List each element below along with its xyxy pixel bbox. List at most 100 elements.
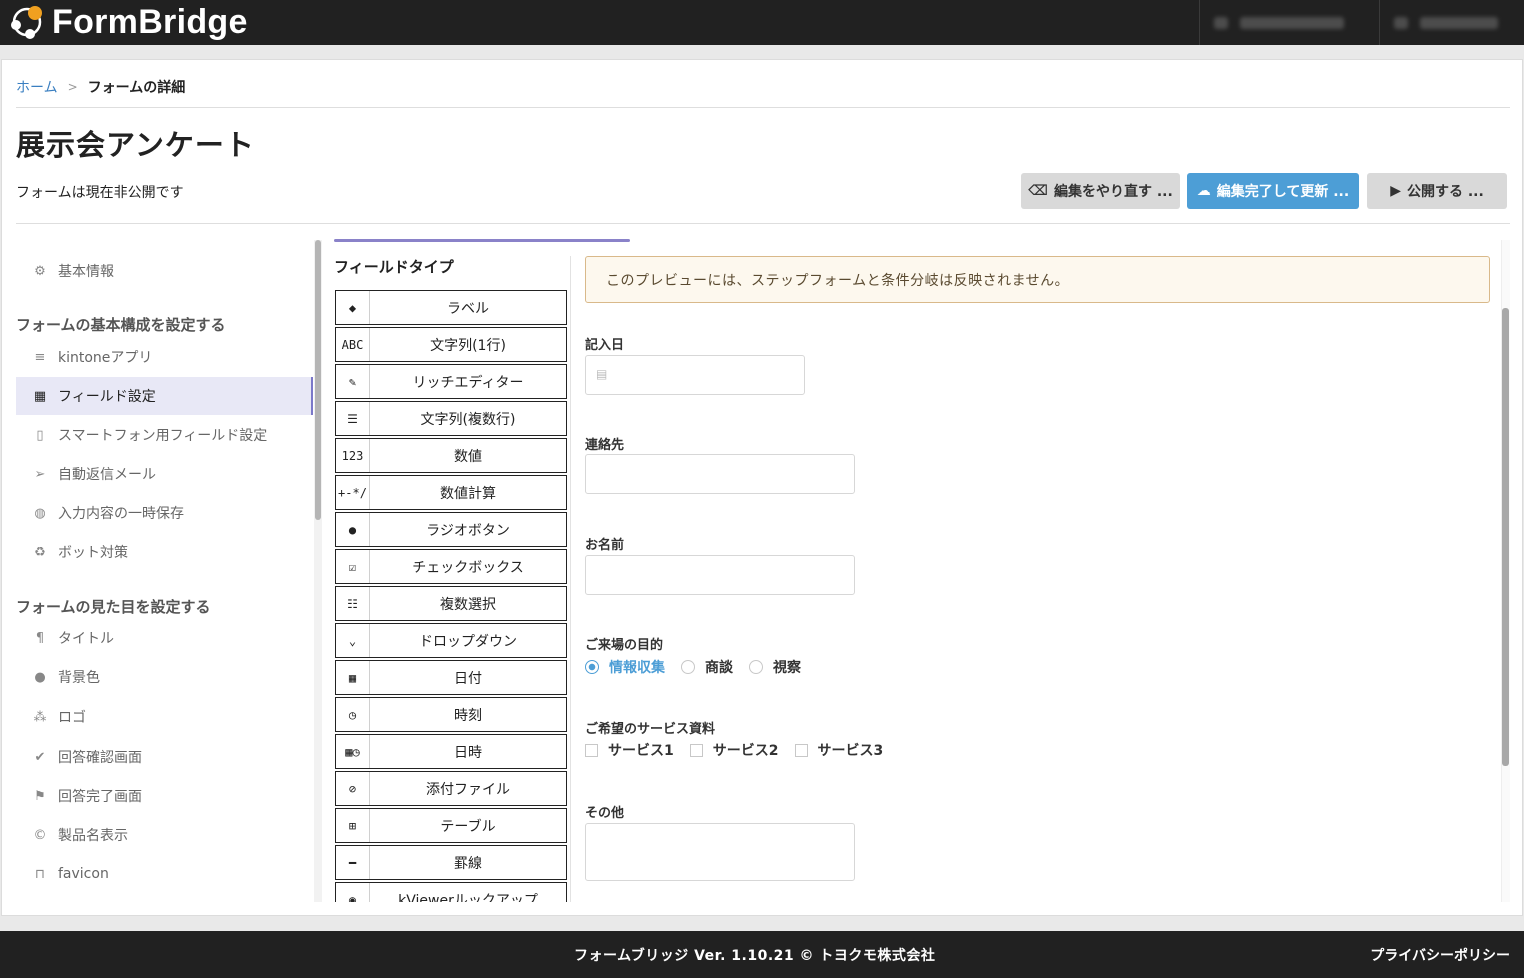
logo-icon: ⁂ [33, 709, 47, 725]
field-type-attachment[interactable]: ⊘ 添付ファイル [335, 771, 567, 806]
sidebar-item-favicon[interactable]: ⊓ favicon [16, 855, 313, 893]
copyright-icon: © [33, 827, 47, 843]
sidebar-section-heading: フォームの見た目を設定する [16, 598, 211, 616]
play-icon: ▶ [1390, 183, 1401, 199]
field-label-service: ご希望のサービス資料 [585, 722, 716, 737]
field-type-text: 添付ファイル [426, 781, 510, 798]
field-type-multi-select[interactable]: ☷ 複数選択 [335, 586, 567, 621]
sidebar-item-label: 回答完了画面 [58, 789, 142, 805]
field-type-date[interactable]: ▦ 日付 [335, 660, 567, 695]
footer: フォームブリッジ Ver. 1.10.21 © トヨクモ株式会社 プライバシーポ… [0, 931, 1524, 978]
user-name [1420, 16, 1498, 29]
sidebar-item-logo[interactable]: ⁂ ロゴ [16, 698, 313, 736]
formbridge-logo-icon [11, 6, 42, 39]
sidebar-item-bot-protection[interactable]: ♻ ボット対策 [16, 533, 313, 571]
smartphone-icon: ▯ [36, 427, 44, 443]
sidebar-item-kintone-app[interactable]: ≡ kintoneアプリ [16, 338, 313, 376]
sidebar-item-label: フィールド設定 [58, 389, 156, 405]
grid-icon: ▦ [33, 388, 47, 404]
sidebar-item-smartphone-fields[interactable]: ▯ スマートフォン用フィールド設定 [16, 416, 313, 454]
recycle-icon: ♻ [34, 544, 46, 560]
radio-label: 視察 [773, 660, 801, 676]
lines-icon: ☰ [336, 402, 370, 435]
field-type-text: リッチエディター [412, 374, 524, 391]
table-icon: ⊞ [336, 809, 370, 842]
settings-sidebar: ⚙ 基本情報 フォームの基本構成を設定する ≡ kintoneアプリ ▦ フィー… [16, 238, 315, 900]
sidebar-item-temp-save[interactable]: ◍ 入力内容の一時保存 [16, 494, 313, 532]
app-logo[interactable]: FormBridge [8, 3, 248, 41]
pencil-icon: ✎ [336, 365, 370, 398]
abc-icon: ABC [336, 328, 370, 361]
preview-scrollbar-thumb[interactable] [1502, 308, 1509, 766]
sidebar-item-label: ロゴ [58, 710, 86, 726]
field-type-kviewer-lookup[interactable]: ◉ kViewerルックアップ [335, 882, 567, 902]
field-type-rule[interactable]: ━ 罫線 [335, 845, 567, 880]
sidebar-item-product-name[interactable]: © 製品名表示 [16, 816, 313, 854]
plan-menu[interactable] [1199, 0, 1379, 45]
field-type-dropdown[interactable]: ⌄ ドロップダウン [335, 623, 567, 658]
checkbox-service-1[interactable] [585, 743, 598, 757]
sidebar-item-bg-color[interactable]: ● 背景色 [16, 658, 313, 696]
calc-icon: +-*/ [336, 476, 370, 509]
calendar-clock-icon: ▦◷ [336, 735, 370, 768]
field-type-number[interactable]: 123 数値 [335, 438, 567, 473]
field-type-time[interactable]: ◷ 時刻 [335, 697, 567, 732]
field-label-purpose: ご来場の目的 [585, 638, 664, 653]
other-textarea[interactable] [585, 823, 855, 881]
sidebar-item-auto-reply[interactable]: ➢ 自動返信メール [16, 455, 313, 493]
checkbox-label: サービス3 [817, 743, 884, 759]
publish-label: 公開する ... [1406, 184, 1484, 200]
field-type-rich-editor[interactable]: ✎ リッチエディター [335, 364, 567, 399]
flag-icon: ⚑ [34, 788, 46, 804]
sidebar-item-title[interactable]: ¶ タイトル [16, 619, 313, 657]
radio-info-gathering[interactable] [585, 660, 599, 674]
sidebar-item-label: 基本情報 [58, 264, 114, 280]
radio-negotiation[interactable] [681, 660, 695, 674]
field-type-calc[interactable]: +-*/ 数値計算 [335, 475, 567, 510]
breadcrumb-home-link[interactable]: ホーム [16, 77, 58, 97]
field-label-other: その他 [585, 806, 625, 821]
sidebar-item-label: 自動返信メール [58, 467, 156, 483]
date-input[interactable]: ▤ [585, 355, 805, 395]
preview-notice: このプレビューには、ステップフォームと条件分岐は反映されません。 [585, 256, 1490, 303]
breadcrumb-current: フォームの詳細 [87, 80, 186, 96]
sidebar-item-confirm-screen[interactable]: ✔ 回答確認画面 [16, 738, 313, 776]
checkbox-label: サービス1 [608, 743, 674, 759]
field-type-table[interactable]: ⊞ テーブル [335, 808, 567, 843]
radio-inspection[interactable] [749, 660, 763, 674]
sidebar-item-complete-screen[interactable]: ⚑ 回答完了画面 [16, 777, 313, 815]
publish-button[interactable]: ▶ 公開する ... [1367, 173, 1507, 209]
sidebar-item-label: kintoneアプリ [58, 350, 153, 366]
field-type-multi-line[interactable]: ☰ 文字列(複数行) [335, 401, 567, 436]
gear-icon: ⚙ [34, 263, 46, 279]
clock-icon: ◷ [336, 698, 370, 731]
field-type-single-line[interactable]: ABC 文字列(1行) [335, 327, 567, 362]
field-type-datetime[interactable]: ▦◷ 日時 [335, 734, 567, 769]
user-menu[interactable] [1379, 0, 1524, 45]
sidebar-item-basic-info[interactable]: ⚙ 基本情報 [16, 252, 313, 290]
field-label-contact: 連絡先 [585, 438, 625, 453]
finish-edit-label: 編集完了して更新 ... [1216, 184, 1350, 200]
redo-edit-button[interactable]: ⌫ 編集をやり直す ... [1021, 173, 1180, 209]
number-icon: 123 [336, 439, 370, 472]
calendar-icon: ▦ [336, 661, 370, 694]
finish-edit-button[interactable]: ☁ 編集完了して更新 ... [1187, 173, 1359, 209]
field-type-label[interactable]: ◆ ラベル [335, 290, 567, 325]
sidebar-scrollbar-thumb[interactable] [315, 240, 321, 520]
field-type-text: ラベル [447, 300, 489, 317]
contact-input[interactable] [585, 454, 855, 494]
tag-icon: ◆ [336, 291, 370, 324]
sidebar-item-field-settings[interactable]: ▦ フィールド設定 [16, 377, 313, 415]
privacy-policy-link[interactable]: プライバシーポリシー [1370, 945, 1510, 965]
checkbox-service-2[interactable] [689, 743, 703, 757]
checkbox-label: サービス2 [712, 743, 779, 759]
field-label-date: 記入日 [585, 338, 625, 353]
field-type-radio[interactable]: ● ラジオボタン [335, 512, 567, 547]
checkbox-service-3[interactable] [794, 743, 808, 757]
field-type-checkbox[interactable]: ☑ チェックボックス [335, 549, 567, 584]
name-input[interactable] [585, 555, 855, 595]
divider [16, 107, 1510, 108]
field-type-text: 複数選択 [440, 596, 496, 613]
service-checkbox-group: サービス1 サービス2 サービス3 [585, 740, 899, 760]
field-type-text: 文字列(複数行) [420, 411, 516, 428]
